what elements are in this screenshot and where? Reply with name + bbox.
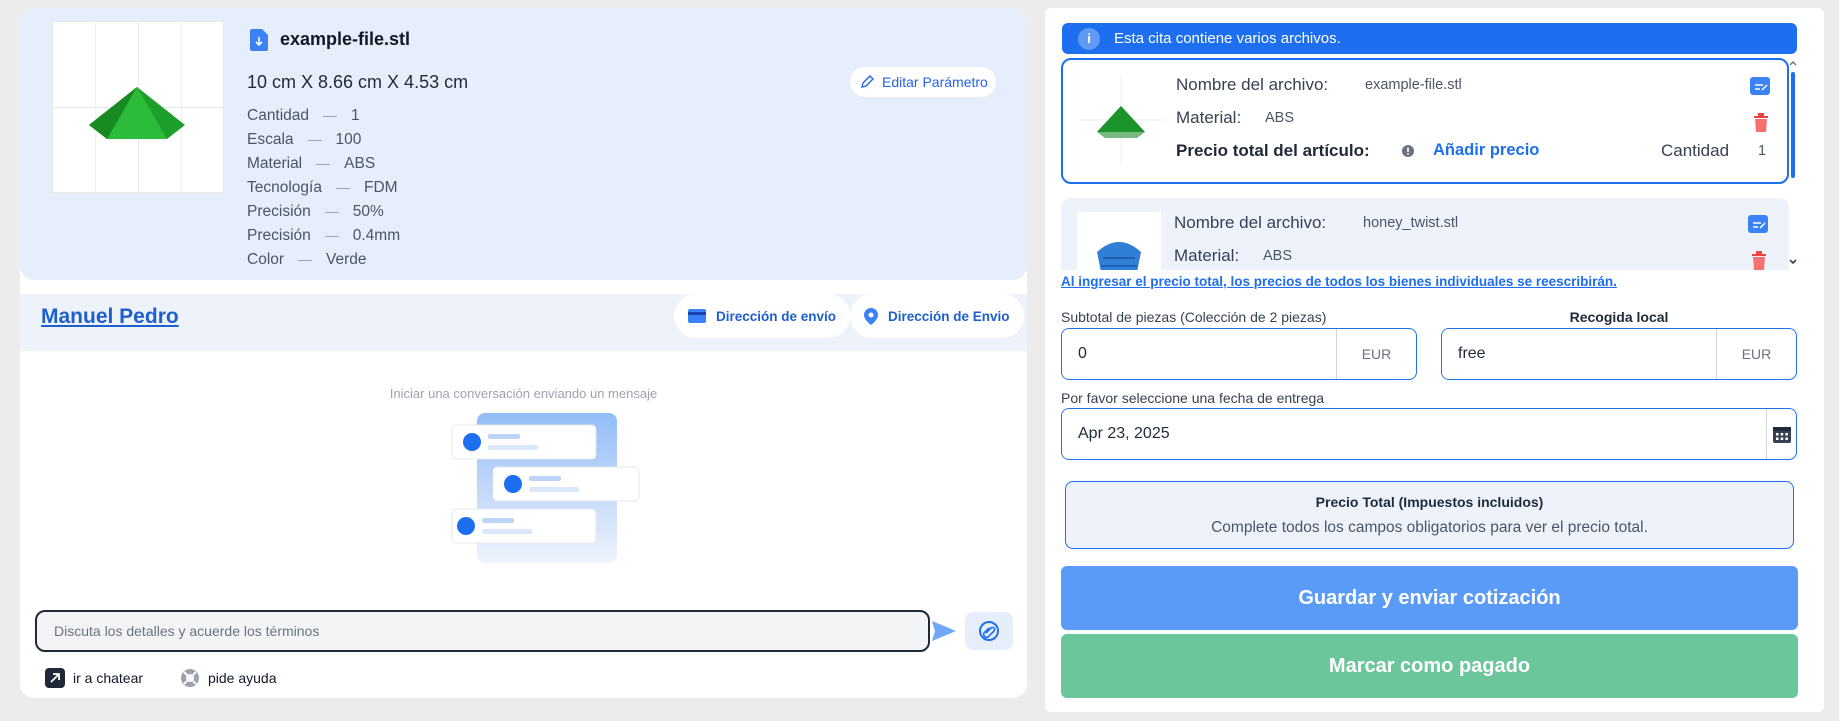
chat-illustration [451,413,640,563]
subtotal-field: EUR [1061,328,1417,380]
delivery-date-label: Por favor seleccione una fecha de entreg… [1061,390,1325,406]
pickup-currency: EUR [1716,329,1796,379]
edit-file-icon[interactable] [1750,77,1770,95]
spec-row: Tecnología FDM [247,179,398,196]
file-thumbnail [1077,212,1161,270]
spec-row: Precisión 0.4mm [247,227,401,244]
pickup-price-input[interactable] [1442,329,1716,379]
file-name: example-file.stl [280,29,411,49]
file-summary-card: example-file.stl 10 cm X 8.66 cm X 4.53 … [20,8,1027,280]
multi-file-info-banner: i Esta cita contiene varios archivos. [1062,23,1797,54]
material-value: ABS [1263,248,1293,264]
spec-list: Cantidad 1 Escala 100 Material ABS Tecnolog… [247,104,400,272]
quote-file-item[interactable]: Nombre del archivo: example-file.stl Mat… [1061,58,1789,184]
external-link-icon [45,668,65,688]
spec-row: Color Verde [247,251,367,268]
message-input[interactable] [35,610,930,652]
file-chat-panel: example-file.stl 10 cm X 8.66 cm X 4.53 … [20,8,1027,698]
overwrite-warning-link[interactable]: Al ingresar el precio total, los precios… [1061,274,1617,289]
scroll-down-icon [1789,259,1797,265]
price-info-icon[interactable] [1402,145,1414,157]
attach-button[interactable] [965,612,1013,650]
shipping-address-button[interactable]: Dirección de envío [674,294,851,338]
file-list-scrollbar[interactable] [1787,58,1799,270]
add-price-button[interactable]: Añadir precio [1433,141,1539,160]
billing-address-button[interactable]: Dirección de Envio [850,294,1024,338]
edit-file-icon[interactable] [1748,215,1768,233]
spec-row: Material ABS [247,155,376,172]
file-name-value: example-file.stl [1365,77,1462,93]
subtotal-input[interactable] [1062,329,1336,379]
total-price-box: Precio Total (Impuestos incluidos) Compl… [1065,481,1794,549]
calendar-button[interactable] [1766,409,1796,459]
pickup-field: EUR [1441,328,1797,380]
delete-file-icon[interactable] [1753,113,1769,132]
pyramid-model-icon [89,87,185,139]
go-to-chat-link[interactable]: ir a chatear [45,668,143,688]
card-icon [688,309,706,323]
pencil-icon [861,75,874,88]
lifebuoy-icon [181,669,199,687]
total-price-title: Precio Total (Impuestos incluidos) [1315,494,1544,510]
file-dimensions: 10 cm X 8.66 cm X 4.53 cm [247,72,469,92]
spec-row: Cantidad 1 [247,107,360,124]
delivery-date-field [1061,408,1797,460]
delete-file-icon[interactable] [1751,251,1767,270]
material-value: ABS [1265,110,1295,126]
scroll-up-icon [1789,61,1797,66]
quote-file-item[interactable]: Nombre del archivo: honey_twist.stl Mate… [1061,198,1789,270]
total-price-hint: Complete todos los campos obligatorios p… [1211,519,1648,536]
mark-as-paid-button[interactable]: Marcar como pagado [1061,634,1798,698]
attachment-icon [979,621,999,641]
calendar-icon [1772,427,1791,443]
spec-row: Precisión 50% [247,203,384,220]
subtotal-currency: EUR [1336,329,1416,379]
save-and-send-quote-button[interactable]: Guardar y enviar cotización [1061,566,1798,630]
spec-row: Escala 100 [247,131,362,148]
subtotal-label: Subtotal de piezas (Colección de 2 pieza… [1061,309,1327,325]
file-thumbnail [1079,74,1163,166]
quote-file-list[interactable]: Nombre del archivo: example-file.stl Mat… [1061,58,1789,270]
info-icon: i [1078,27,1100,50]
empty-chat-message: Iniciar una conversación enviando un men… [389,386,658,401]
quantity-value: 1 [1758,143,1767,159]
edit-parameters-label: Editar Parámetro [882,74,988,90]
edit-parameters-button[interactable]: Editar Parámetro [850,67,996,97]
pickup-label: Recogida local [1569,309,1669,325]
file-name-value: honey_twist.stl [1363,215,1459,231]
location-pin-icon [864,307,878,325]
delivery-date-input[interactable] [1062,409,1766,459]
file-download-icon [250,29,268,51]
ask-help-link[interactable]: pide ayuda [180,668,277,688]
send-icon[interactable] [931,620,957,642]
customer-name-link[interactable]: Manuel Pedro [41,305,179,329]
model-preview[interactable] [52,21,224,193]
